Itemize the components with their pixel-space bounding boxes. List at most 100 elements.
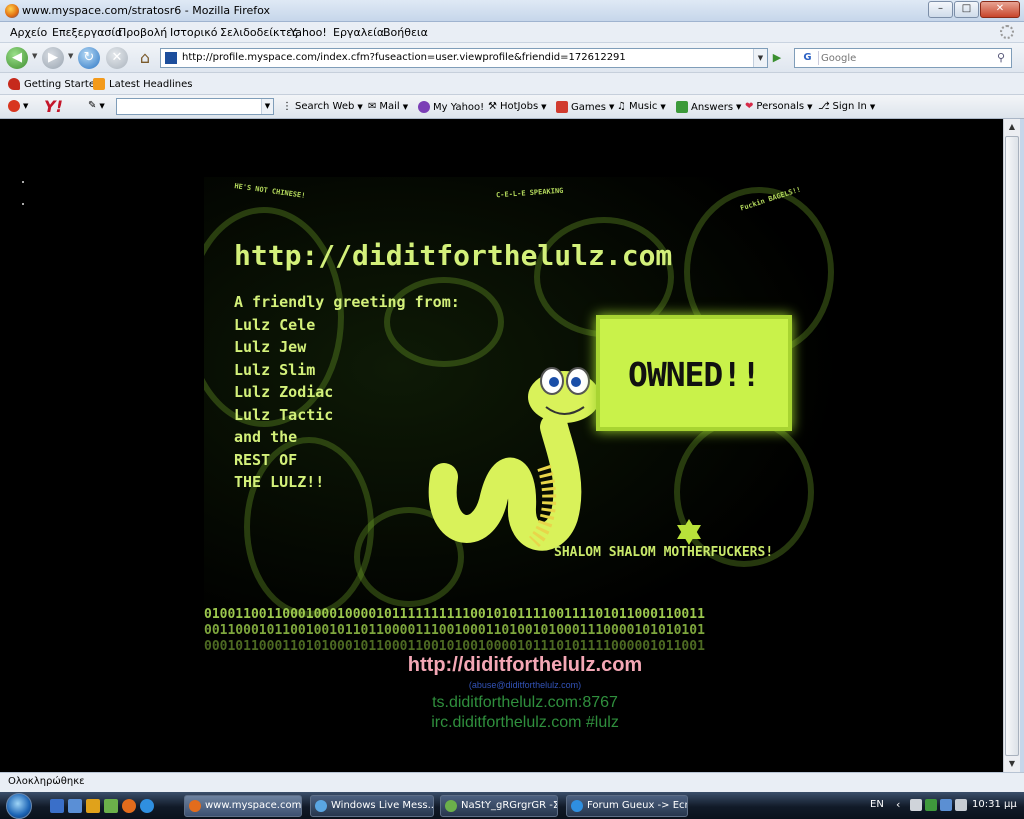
pencil-button[interactable]: ✎ ▼ bbox=[88, 100, 105, 111]
chevron-down-icon: ▼ bbox=[99, 101, 105, 110]
personals-button[interactable]: ❤ Personals ▼ bbox=[745, 101, 813, 112]
answers-button[interactable]: Answers ▼ bbox=[676, 101, 741, 113]
chevron-down-icon: ▼ bbox=[608, 103, 615, 111]
network-tray-icon[interactable] bbox=[940, 799, 952, 811]
search-web-button[interactable]: ⋮ Search Web ▼ bbox=[282, 101, 363, 112]
stop-button[interactable]: ✕ bbox=[106, 47, 128, 69]
back-history-dropdown[interactable]: ▼ bbox=[32, 52, 37, 60]
mail-button[interactable]: ✉ Mail ▼ bbox=[368, 101, 408, 112]
scroll-up-arrow-icon[interactable]: ▲ bbox=[1004, 119, 1020, 135]
taskbar-clock[interactable]: 10:31 μμ bbox=[972, 799, 1017, 810]
site-favicon-icon bbox=[165, 52, 177, 64]
hotjobs-button[interactable]: ⚒ HotJobs ▼ bbox=[488, 101, 547, 112]
binary-stream: 0100110011000100010000101111111111001010… bbox=[204, 607, 846, 654]
hotjobs-icon: ⚒ bbox=[488, 101, 497, 112]
firefox-quicklaunch-icon[interactable] bbox=[122, 799, 136, 813]
forward-button[interactable]: ▶ bbox=[42, 47, 64, 69]
rss-feed-icon bbox=[93, 78, 105, 90]
teamspeak-address: ts.diditforthelulz.com:8767 bbox=[432, 694, 618, 711]
firefox-icon bbox=[5, 4, 19, 18]
hack-banner-image: HE'S NOT CHINESE! C-E-L-E SPEAKING Fucki… bbox=[204, 177, 846, 654]
greeting-line: A friendly greeting from: bbox=[234, 293, 460, 311]
search-icon[interactable]: ⚲ bbox=[993, 50, 1009, 66]
status-text: Ολοκληρώθηκε bbox=[8, 776, 85, 787]
task-chat-window[interactable]: NaStY_gRGrgrGR -Σ... bbox=[440, 795, 558, 817]
menu-tools[interactable]: Εργαλεία bbox=[333, 26, 384, 39]
bookmarks-toolbar: Getting Started Latest Headlines bbox=[0, 73, 1024, 95]
chevron-down-icon: ▼ bbox=[736, 103, 742, 111]
shalom-text: SHALOM SHALOM MOTHERFUCKERS! bbox=[554, 545, 774, 560]
tag-cele-speaking: C-E-L-E SPEAKING bbox=[495, 186, 564, 200]
user-tray-icon[interactable] bbox=[910, 799, 922, 811]
yahoo-toolbar: ▼ Y! ✎ ▼ ▼ ⋮ Search Web ▼ ✉ Mail ▼ My Ya… bbox=[0, 95, 1024, 119]
yahoo-toolbar-icon bbox=[8, 100, 20, 112]
task-live-messenger[interactable]: Windows Live Mess... bbox=[310, 795, 434, 817]
language-indicator[interactable]: EN bbox=[870, 799, 884, 810]
abuse-email-link[interactable]: (abuse@diditforthelulz.com) bbox=[204, 680, 846, 694]
menu-help[interactable]: Βοήθεια bbox=[383, 26, 428, 39]
address-url[interactable]: http://profile.myspace.com/index.cfm?fus… bbox=[182, 52, 626, 63]
show-desktop-icon[interactable] bbox=[50, 799, 64, 813]
bookmark-latest-headlines[interactable]: Latest Headlines bbox=[93, 78, 193, 90]
back-button[interactable]: ◀ bbox=[6, 47, 28, 69]
home-button[interactable]: ⌂ bbox=[134, 47, 156, 69]
forward-history-dropdown[interactable]: ▼ bbox=[68, 52, 73, 60]
chevron-down-icon[interactable]: ▼ bbox=[261, 99, 273, 114]
internet-explorer-icon bbox=[571, 800, 583, 812]
music-button[interactable]: ♫ Music ▼ bbox=[617, 101, 666, 112]
volume-tray-icon[interactable] bbox=[955, 799, 967, 811]
internet-explorer-icon[interactable] bbox=[140, 799, 154, 813]
media-player-icon[interactable] bbox=[86, 799, 100, 813]
reload-button[interactable]: ↻ bbox=[78, 47, 100, 69]
go-arrow-icon[interactable]: ▶ bbox=[770, 51, 784, 65]
task-forum[interactable]: Forum Gueux -> Ecr... bbox=[566, 795, 688, 817]
search-input[interactable] bbox=[821, 51, 986, 65]
menu-edit[interactable]: Επεξεργασία bbox=[52, 26, 122, 39]
start-button[interactable] bbox=[6, 793, 32, 819]
menu-history[interactable]: Ιστορικό bbox=[170, 26, 218, 39]
stray-dot bbox=[22, 203, 24, 205]
yahoo-toolbar-menu[interactable]: ▼ bbox=[8, 100, 28, 112]
lulz-site-link[interactable]: http://diditforthelulz.com bbox=[204, 654, 846, 680]
minimize-button[interactable]: – bbox=[928, 1, 953, 18]
task-firefox[interactable]: www.myspace.com... bbox=[184, 795, 302, 817]
binary-line: 0001011000110101000101100011001010010000… bbox=[204, 639, 705, 654]
close-button[interactable]: ✕ bbox=[980, 1, 1020, 18]
answers-icon bbox=[676, 101, 688, 113]
address-bar[interactable]: http://profile.myspace.com/index.cfm?fus… bbox=[160, 48, 768, 68]
messenger-tray-icon[interactable] bbox=[925, 799, 937, 811]
tray-expand-icon[interactable]: ‹ bbox=[896, 798, 900, 811]
maximize-button[interactable]: □ bbox=[954, 1, 979, 18]
status-bar: Ολοκληρώθηκε bbox=[0, 772, 1024, 792]
yahoo-search-input[interactable]: ▼ bbox=[116, 98, 274, 115]
search-engine-selector[interactable]: G bbox=[797, 51, 819, 65]
scrollbar-thumb[interactable] bbox=[1005, 136, 1019, 756]
worm-mascot-image bbox=[428, 367, 600, 551]
games-icon bbox=[556, 101, 568, 113]
menu-yahoo[interactable]: Yahoo! bbox=[290, 26, 327, 39]
menu-view[interactable]: Προβολή bbox=[118, 26, 167, 39]
sign-in-icon: ⎇ bbox=[818, 101, 830, 112]
divider-icon: ⋮ bbox=[282, 101, 292, 112]
scroll-down-arrow-icon[interactable]: ▼ bbox=[1004, 756, 1020, 772]
yahoo-logo[interactable]: Y! bbox=[44, 97, 63, 116]
page-content: HE'S NOT CHINESE! C-E-L-E SPEAKING Fucki… bbox=[4, 119, 1003, 772]
bookmark-getting-started[interactable]: Getting Started bbox=[8, 78, 101, 90]
my-yahoo-button[interactable]: My Yahoo! bbox=[418, 101, 484, 113]
messenger-quicklaunch-icon[interactable] bbox=[104, 799, 118, 813]
binary-line: 0011000101100100101101100001110010001101… bbox=[204, 623, 705, 638]
chevron-down-icon: ▼ bbox=[869, 102, 876, 111]
sign-in-button[interactable]: ⎇ Sign In ▼ bbox=[818, 101, 875, 112]
games-button[interactable]: Games ▼ bbox=[556, 101, 614, 113]
menu-bookmarks[interactable]: Σελιδοδείκτες bbox=[220, 26, 299, 39]
menu-file[interactable]: Αρχείο bbox=[10, 26, 47, 39]
chevron-down-icon: ▼ bbox=[357, 102, 363, 111]
address-history-dropdown[interactable]: ▼ bbox=[753, 49, 767, 67]
vertical-scrollbar[interactable]: ▲ ▼ bbox=[1003, 119, 1020, 772]
chevron-down-icon: ▼ bbox=[402, 102, 409, 111]
getting-started-icon bbox=[8, 78, 20, 90]
switch-windows-icon[interactable] bbox=[68, 799, 82, 813]
window-border bbox=[1020, 119, 1024, 772]
web-search-box[interactable]: G ⚲ bbox=[794, 48, 1012, 68]
envelope-icon: ✉ bbox=[368, 101, 377, 112]
